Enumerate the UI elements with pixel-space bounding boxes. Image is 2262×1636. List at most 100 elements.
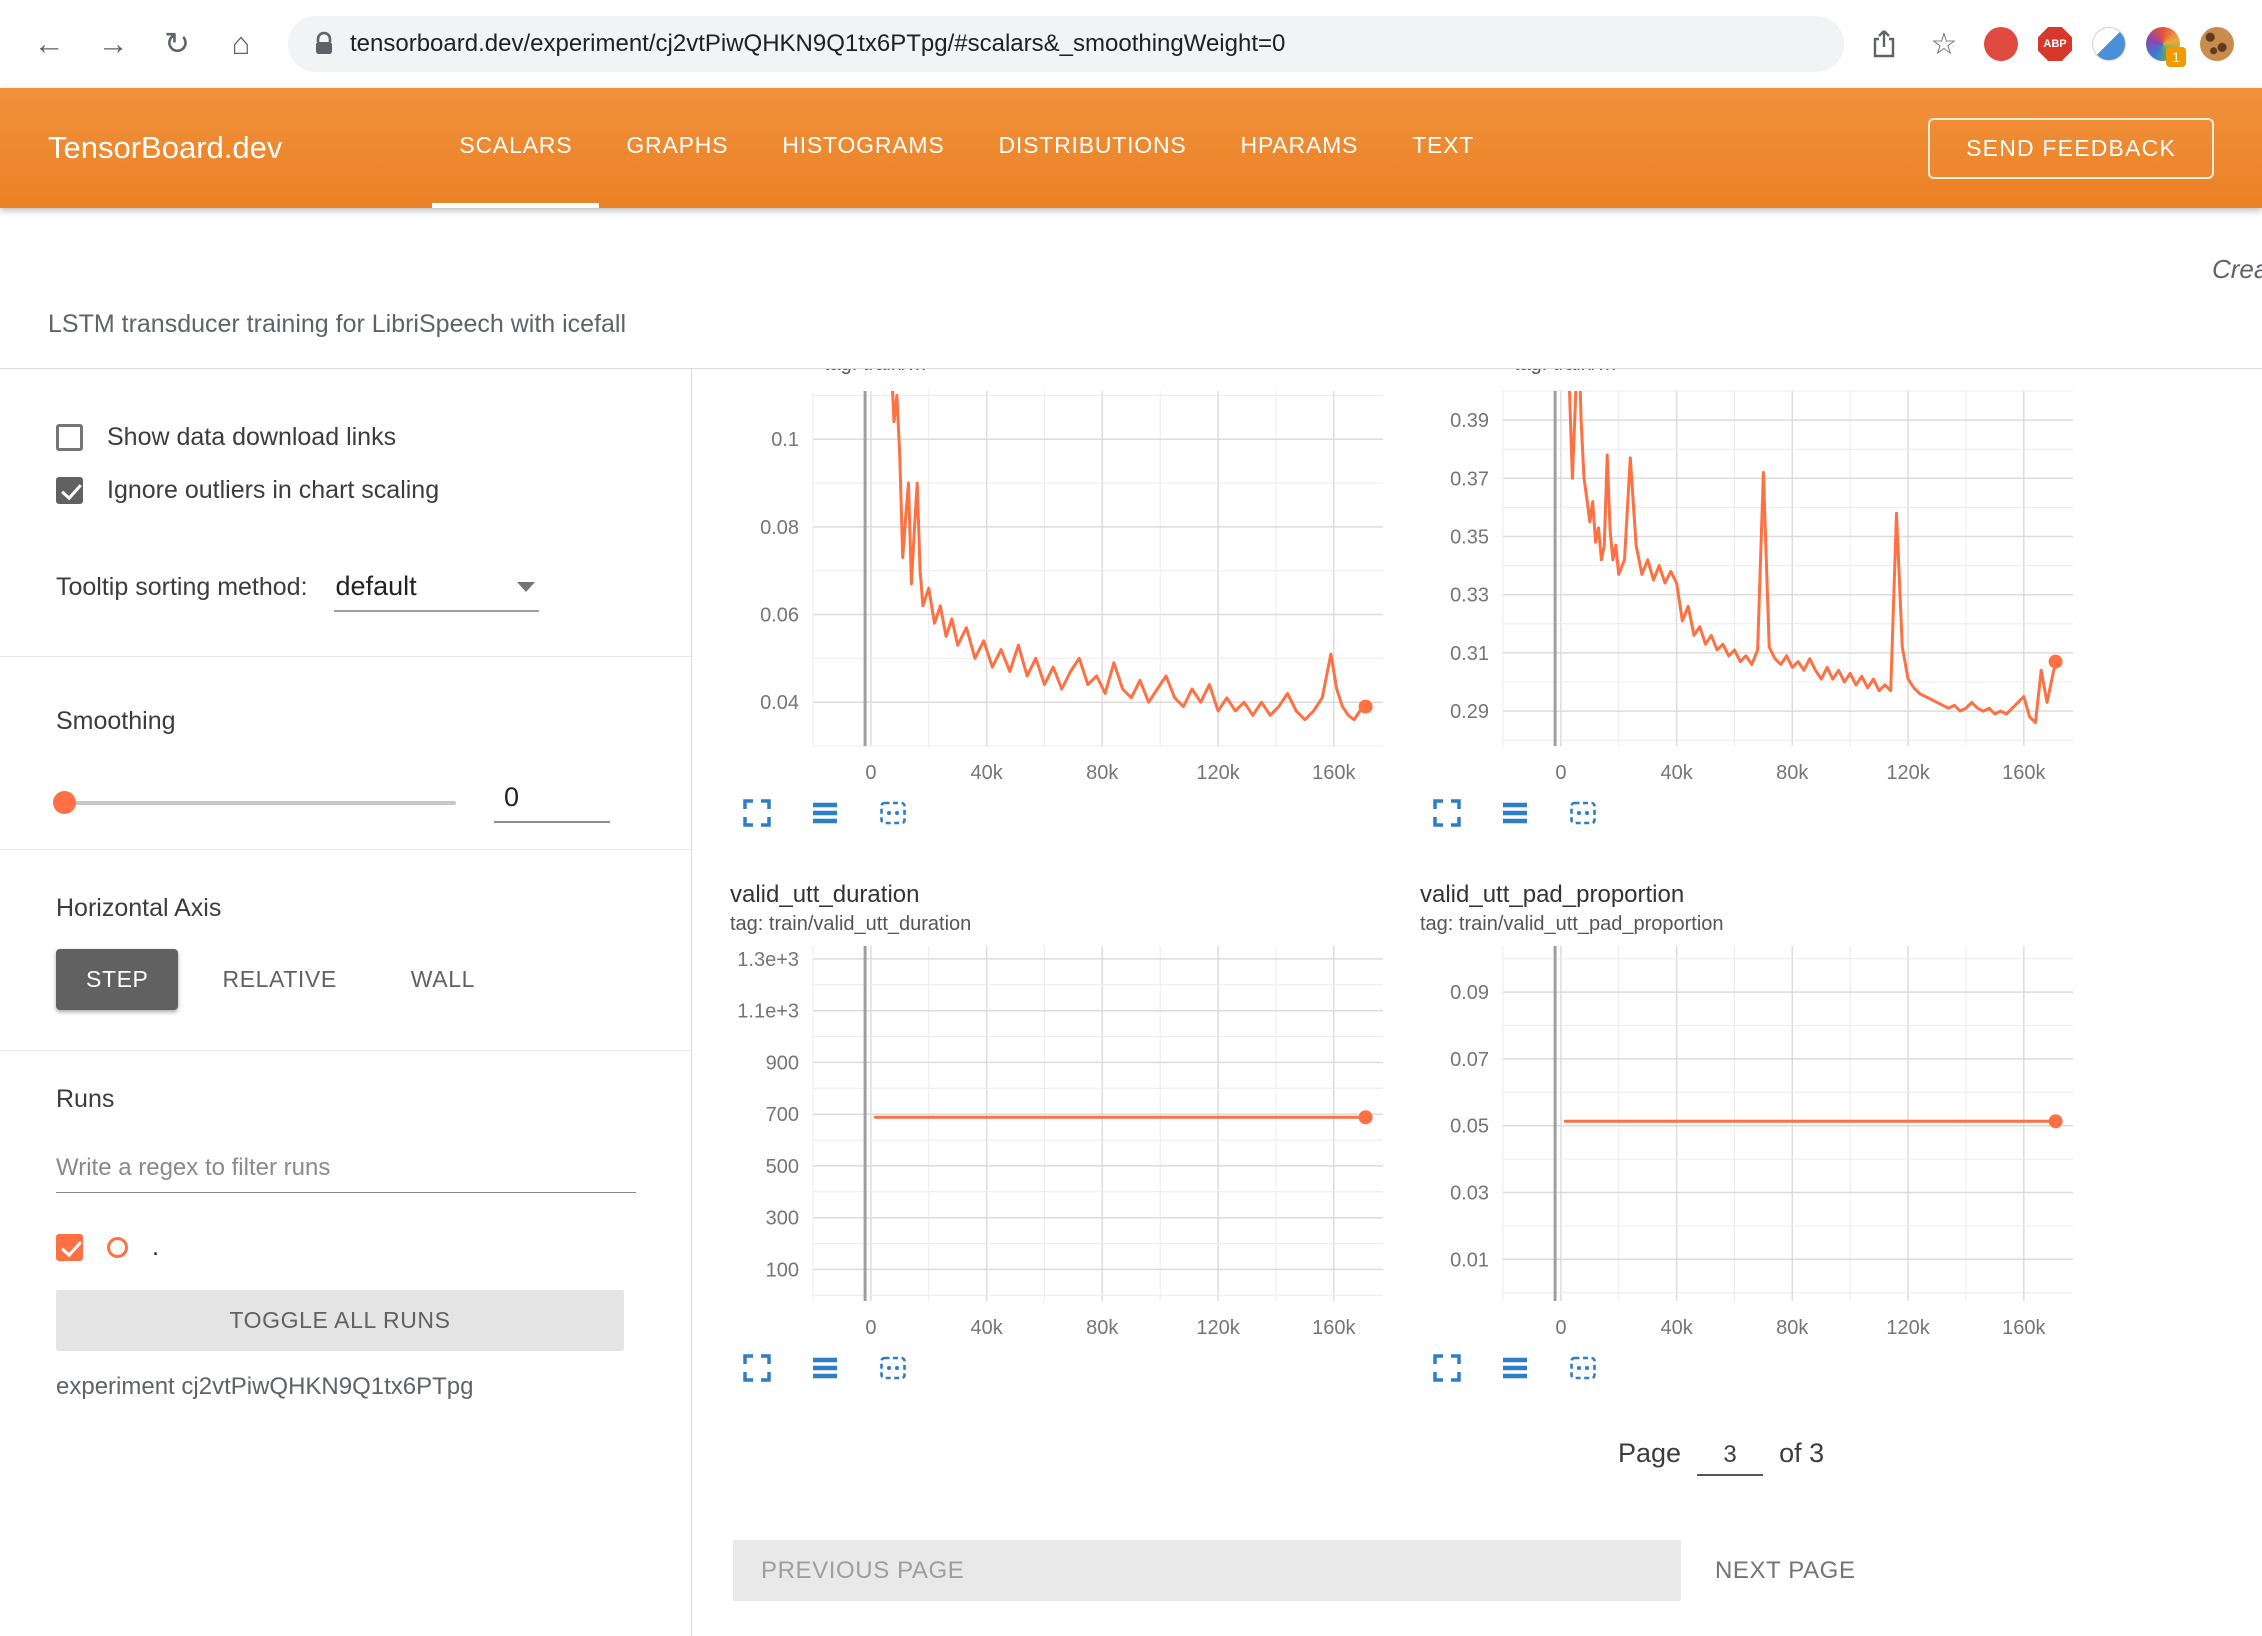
expand-chart-button[interactable] <box>740 796 774 830</box>
chart-actions <box>728 1346 1398 1392</box>
tooltip-sorting-value: default <box>336 571 417 602</box>
fit-domain-icon <box>1566 796 1600 830</box>
svg-text:0: 0 <box>865 762 876 784</box>
svg-text:160k: 160k <box>2002 1317 2046 1339</box>
expand-icon <box>1430 796 1464 830</box>
forward-button[interactable]: → <box>86 17 140 71</box>
url-text[interactable]: tensorboard.dev/experiment/cj2vtPiwQHKN9… <box>350 30 1285 58</box>
tab-text[interactable]: TEXT <box>1385 88 1501 208</box>
svg-text:100: 100 <box>766 1259 799 1281</box>
smoothing-slider[interactable] <box>56 801 456 805</box>
fit-domain-icon <box>876 796 910 830</box>
tab-histograms[interactable]: HISTOGRAMS <box>755 88 971 208</box>
svg-text:40k: 40k <box>1660 1317 1693 1339</box>
toggle-all-runs-button[interactable]: TOGGLE ALL RUNS <box>56 1290 624 1351</box>
svg-text:120k: 120k <box>1886 1317 1930 1339</box>
smoothing-slider-thumb[interactable] <box>53 791 76 814</box>
tooltip-sorting-select[interactable]: default <box>334 569 539 612</box>
expand-chart-button[interactable] <box>1430 796 1464 830</box>
runs-list-icon <box>808 1351 842 1385</box>
run-row[interactable]: . <box>56 1233 635 1262</box>
svg-text:0: 0 <box>1555 1317 1566 1339</box>
chart-tag-clipped: tag: train/… <box>728 369 1398 381</box>
previous-page-button[interactable]: PREVIOUS PAGE <box>733 1540 1681 1601</box>
runs-list-button[interactable] <box>808 796 842 830</box>
fit-domain-button[interactable] <box>876 796 910 830</box>
blue-extension-icon[interactable] <box>2092 27 2126 61</box>
share-button[interactable] <box>1864 24 1904 64</box>
svg-text:0.07: 0.07 <box>1450 1049 1489 1071</box>
ignore-outliers-label: Ignore outliers in chart scaling <box>107 476 439 505</box>
send-feedback-button[interactable]: SEND FEEDBACK <box>1928 118 2214 179</box>
experiment-description: LSTM transducer training for LibriSpeech… <box>48 310 626 339</box>
chart-canvas[interactable]: 1003005007009001.1e+31.3e+3040k80k120k16… <box>728 936 1388 1346</box>
runs-list-button[interactable] <box>1498 1351 1532 1385</box>
adblock-extension-icon[interactable] <box>1984 27 2018 61</box>
svg-text:0.01: 0.01 <box>1450 1249 1489 1271</box>
experiment-subheader: Crea LSTM transducer training for LibriS… <box>0 208 2262 368</box>
home-button[interactable]: ⌂ <box>214 17 268 71</box>
chevron-down-icon <box>517 582 535 592</box>
axis-relative-button[interactable]: RELATIVE <box>192 949 366 1010</box>
chart-actions <box>1418 1346 2088 1392</box>
created-text: Crea <box>2212 254 2262 285</box>
run-name: . <box>152 1233 159 1262</box>
svg-text:300: 300 <box>766 1208 799 1230</box>
address-bar[interactable]: tensorboard.dev/experiment/cj2vtPiwQHKN9… <box>288 16 1844 72</box>
svg-text:0.37: 0.37 <box>1450 468 1489 490</box>
svg-text:900: 900 <box>766 1052 799 1074</box>
show-download-links-checkbox[interactable] <box>56 424 83 451</box>
expand-icon <box>1430 1351 1464 1385</box>
page-number-input[interactable]: 3 <box>1697 1441 1763 1476</box>
expand-chart-button[interactable] <box>1430 1351 1464 1385</box>
tab-graphs[interactable]: GRAPHS <box>599 88 755 208</box>
page-of-label: of 3 <box>1779 1438 1824 1469</box>
chart-title: valid_utt_duration <box>730 881 1398 909</box>
svg-text:120k: 120k <box>1196 762 1240 784</box>
svg-text:80k: 80k <box>1086 762 1119 784</box>
tensorboard-logo[interactable]: TensorBoard.dev <box>48 130 282 166</box>
chart-canvas[interactable]: 0.040.060.080.1040k80k120k160k <box>728 381 1388 791</box>
chart-canvas[interactable]: 0.010.030.050.070.09040k80k120k160k <box>1418 936 2078 1346</box>
run-checkbox[interactable] <box>56 1234 83 1261</box>
bookmark-star-button[interactable]: ☆ <box>1924 24 1964 64</box>
pagination: Page 3 of 3 <box>1618 1438 2262 1476</box>
tooltip-sorting-label: Tooltip sorting method: <box>56 573 308 602</box>
settings-sidebar: Show data download links Ignore outliers… <box>0 369 692 1636</box>
smoothing-value-input[interactable]: 0 <box>494 782 610 823</box>
chart-tag-clipped: tag: train/… <box>1418 369 2088 381</box>
extension-badge: 1 <box>2166 47 2186 67</box>
svg-text:40k: 40k <box>1660 762 1693 784</box>
svg-text:1.3e+3: 1.3e+3 <box>737 949 799 971</box>
svg-text:0.06: 0.06 <box>760 605 799 627</box>
nav-tabs: SCALARS GRAPHS HISTOGRAMS DISTRIBUTIONS … <box>432 88 1501 208</box>
fit-domain-button[interactable] <box>1566 1351 1600 1385</box>
extensions-menu-icon[interactable]: 1 <box>2146 27 2180 61</box>
fit-domain-button[interactable] <box>876 1351 910 1385</box>
show-download-links-row[interactable]: Show data download links <box>56 423 635 452</box>
ignore-outliers-checkbox[interactable] <box>56 477 83 504</box>
tab-distributions[interactable]: DISTRIBUTIONS <box>972 88 1214 208</box>
runs-list-button[interactable] <box>1498 796 1532 830</box>
axis-step-button[interactable]: STEP <box>56 949 178 1010</box>
chart-canvas[interactable]: 0.290.310.330.350.370.39040k80k120k160k <box>1418 381 2078 791</box>
content-area: Show data download links Ignore outliers… <box>0 368 2262 1636</box>
tab-scalars[interactable]: SCALARS <box>432 88 599 208</box>
runs-list-button[interactable] <box>808 1351 842 1385</box>
ignore-outliers-row[interactable]: Ignore outliers in chart scaling <box>56 476 635 505</box>
runs-filter-input[interactable] <box>56 1146 636 1193</box>
svg-text:0.04: 0.04 <box>760 692 799 714</box>
back-button[interactable]: ← <box>22 17 76 71</box>
axis-wall-button[interactable]: WALL <box>381 949 505 1010</box>
reload-button[interactable]: ↻ <box>150 17 204 71</box>
expand-chart-button[interactable] <box>740 1351 774 1385</box>
svg-text:0.08: 0.08 <box>760 517 799 539</box>
browser-chrome: ← → ↻ ⌂ tensorboard.dev/experiment/cj2vt… <box>0 0 2262 88</box>
next-page-button[interactable]: NEXT PAGE <box>1715 1557 1856 1585</box>
abp-extension-icon[interactable]: ABP <box>2038 27 2072 61</box>
cookie-extension-icon[interactable] <box>2200 27 2234 61</box>
tab-hparams[interactable]: HPARAMS <box>1214 88 1386 208</box>
share-icon <box>1870 29 1898 59</box>
horizontal-axis-buttons: STEP RELATIVE WALL <box>56 949 635 1050</box>
fit-domain-button[interactable] <box>1566 796 1600 830</box>
